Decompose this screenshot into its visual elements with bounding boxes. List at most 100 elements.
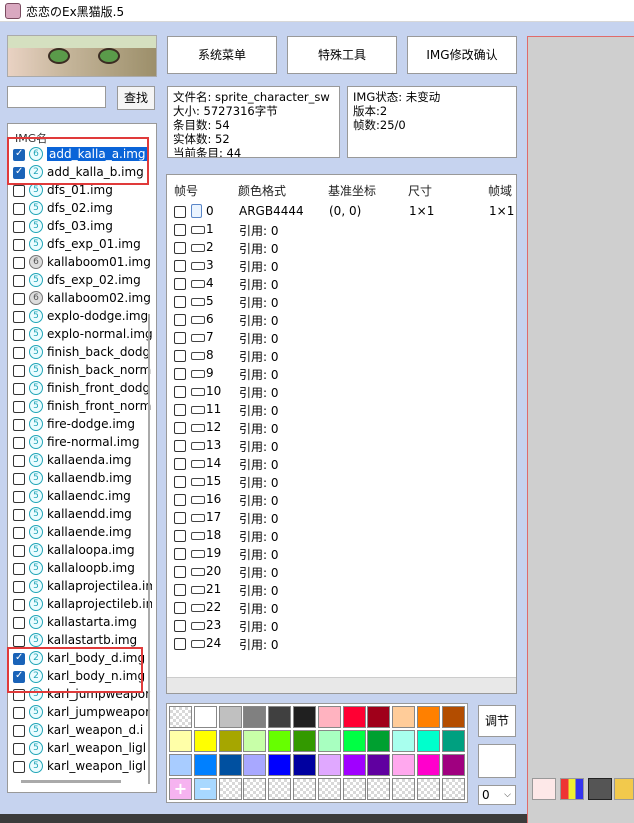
frame-checkbox[interactable] — [174, 566, 186, 578]
img-checkbox[interactable] — [13, 581, 25, 593]
img-checkbox[interactable] — [13, 725, 25, 737]
img-list-item[interactable]: 5 karl_weapon_ligl — [12, 758, 152, 776]
frame-row[interactable]: 24 引用: 0 — [173, 635, 513, 653]
img-checkbox[interactable] — [13, 473, 25, 485]
frame-row[interactable]: 1 引用: 0 — [173, 221, 513, 239]
img-list-scrollbar[interactable] — [148, 314, 150, 784]
palette-swatch[interactable] — [417, 706, 440, 728]
palette-swatch[interactable] — [392, 754, 416, 776]
frame-row[interactable]: 14 引用: 0 — [173, 455, 513, 473]
palette-swatch[interactable] — [268, 706, 292, 728]
img-checkbox[interactable] — [13, 365, 25, 377]
palette-swatch[interactable] — [441, 706, 465, 728]
img-list-item[interactable]: 5 finish_back_dodg — [12, 344, 152, 362]
palette-swatch[interactable] — [317, 706, 341, 728]
palette-swatch[interactable] — [441, 730, 465, 752]
frame-checkbox[interactable] — [174, 386, 186, 398]
frame-checkbox[interactable] — [174, 440, 186, 452]
img-checkbox[interactable] — [13, 455, 25, 467]
palette-swatch[interactable] — [317, 730, 341, 752]
frame-checkbox[interactable] — [174, 206, 186, 218]
col-header-size[interactable]: 尺寸 — [408, 182, 432, 199]
palette-swatch[interactable] — [243, 730, 267, 752]
frame-row[interactable]: 22 引用: 0 — [173, 599, 513, 617]
frame-row[interactable]: 9 引用: 0 — [173, 365, 513, 383]
col-header-base-coord[interactable]: 基准坐标 — [328, 182, 376, 199]
frame-checkbox[interactable] — [174, 530, 186, 542]
img-checkbox[interactable] — [13, 491, 25, 503]
palette-swatch[interactable] — [342, 754, 366, 776]
frame-checkbox[interactable] — [174, 224, 186, 236]
palette-swatch-empty[interactable] — [218, 778, 242, 800]
frame-checkbox[interactable] — [174, 260, 186, 272]
palette-swatch-empty[interactable] — [417, 778, 440, 800]
img-list-item[interactable]: 5 karl_jumpweapor — [12, 704, 152, 722]
img-list-item[interactable]: 5 kallastarta.img — [12, 614, 152, 632]
adjust-button[interactable]: 调节 — [478, 705, 516, 737]
frame-checkbox[interactable] — [174, 620, 186, 632]
frame-checkbox[interactable] — [174, 242, 186, 254]
film-tool-icon[interactable] — [588, 778, 612, 800]
img-checkbox[interactable] — [13, 383, 25, 395]
palette-swatch-empty[interactable] — [367, 778, 391, 800]
frame-row[interactable]: 19 引用: 0 — [173, 545, 513, 563]
special-tools-button[interactable]: 特殊工具 — [287, 36, 397, 74]
img-checkbox[interactable] — [13, 203, 25, 215]
frame-checkbox[interactable] — [174, 404, 186, 416]
frame-table-hscrollbar[interactable] — [167, 677, 516, 693]
img-checkbox[interactable] — [13, 617, 25, 629]
img-checkbox[interactable] — [13, 545, 25, 557]
frame-row[interactable]: 10 引用: 0 — [173, 383, 513, 401]
frame-row[interactable]: 11 引用: 0 — [173, 401, 513, 419]
frame-checkbox[interactable] — [174, 278, 186, 290]
palette-swatch[interactable] — [193, 730, 217, 752]
frame-row[interactable]: 20 引用: 0 — [173, 563, 513, 581]
img-checkbox[interactable] — [13, 599, 25, 611]
color-palette[interactable]: + − — [166, 703, 468, 803]
img-list-item[interactable]: 5 dfs_03.img — [12, 218, 152, 236]
img-checkbox[interactable] — [13, 185, 25, 197]
palette-swatch-empty[interactable] — [169, 706, 192, 728]
palette-swatch[interactable] — [367, 754, 391, 776]
frame-row[interactable]: 2 引用: 0 — [173, 239, 513, 257]
frame-checkbox[interactable] — [174, 350, 186, 362]
img-list-item[interactable]: 5 karl_weapon_ligl — [12, 740, 152, 758]
img-list-item[interactable]: 5 kallaprojectilea.im — [12, 578, 152, 596]
search-input[interactable] — [7, 86, 106, 108]
frame-checkbox[interactable] — [174, 602, 186, 614]
palette-swatch[interactable] — [193, 754, 217, 776]
palette-swatch[interactable] — [243, 754, 267, 776]
palette-swatch[interactable] — [417, 730, 440, 752]
img-checkbox[interactable] — [13, 707, 25, 719]
img-checkbox[interactable] — [13, 743, 25, 755]
img-list-item[interactable]: 5 finish_back_norm — [12, 362, 152, 380]
img-list-item[interactable]: 5 finish_front_dodg — [12, 380, 152, 398]
img-list-item[interactable]: 5 explo-normal.img — [12, 326, 152, 344]
palette-swatch[interactable] — [367, 730, 391, 752]
palette-swatch[interactable] — [218, 754, 242, 776]
minus-icon[interactable]: − — [193, 778, 217, 800]
palette-swatch-empty[interactable] — [441, 778, 465, 800]
img-list-item[interactable]: 5 kallaenda.img — [12, 452, 152, 470]
search-button[interactable]: 查找 — [117, 86, 155, 110]
img-list-item[interactable]: 5 finish_front_norm — [12, 398, 152, 416]
palette-swatch-empty[interactable] — [243, 778, 267, 800]
img-list-item[interactable]: 5 kallaloopb.img — [12, 560, 152, 578]
img-checkbox[interactable] — [13, 437, 25, 449]
img-list-item[interactable]: 5 kallaendc.img — [12, 488, 152, 506]
palette-swatch[interactable] — [317, 754, 341, 776]
plus-icon[interactable]: + — [169, 778, 192, 800]
frame-row[interactable]: 4 引用: 0 — [173, 275, 513, 293]
palette-swatch[interactable] — [268, 730, 292, 752]
frame-checkbox[interactable] — [174, 368, 186, 380]
pencil-tool-icon[interactable] — [532, 778, 556, 800]
frame-row[interactable]: 21 引用: 0 — [173, 581, 513, 599]
img-checkbox[interactable] — [13, 311, 25, 323]
img-checkbox[interactable] — [13, 635, 25, 647]
img-list-item[interactable]: 5 dfs_exp_01.img — [12, 236, 152, 254]
frame-checkbox[interactable] — [174, 584, 186, 596]
palette-swatch[interactable] — [417, 754, 440, 776]
palette-swatch[interactable] — [243, 706, 267, 728]
palette-number-select[interactable]: 0 ⌵ — [478, 785, 516, 805]
frame-checkbox[interactable] — [174, 332, 186, 344]
